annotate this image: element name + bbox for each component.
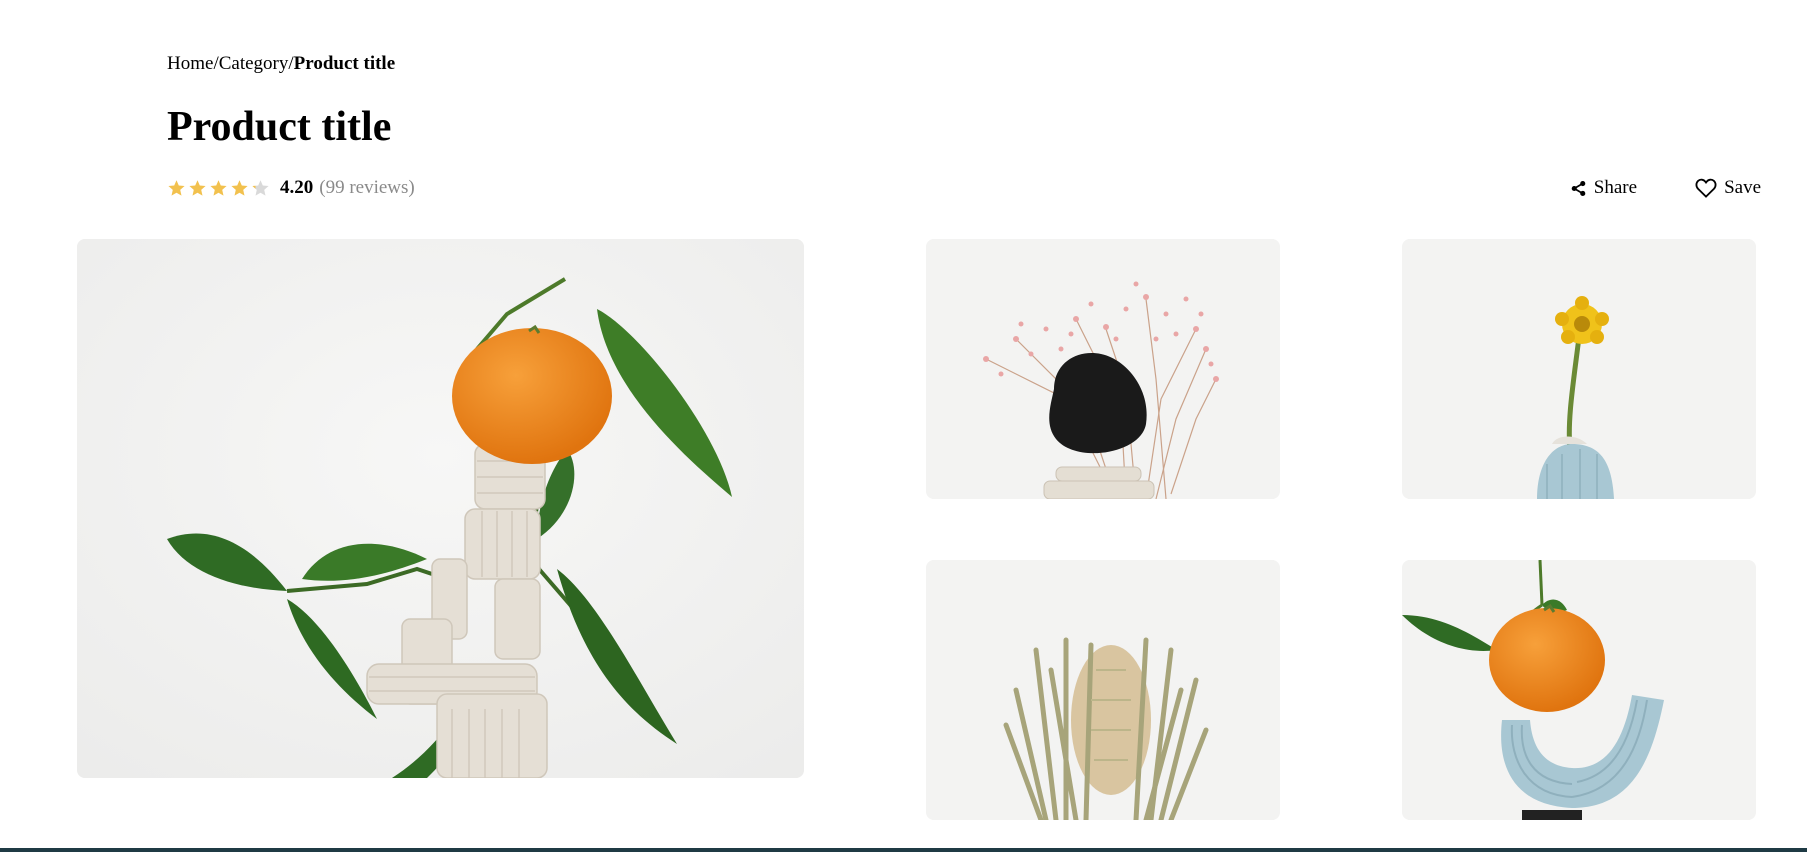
orange-sculpture-image xyxy=(77,239,804,778)
main-product-image[interactable] xyxy=(77,239,804,778)
star-icon xyxy=(231,179,248,196)
footer-accent-bar xyxy=(0,848,1807,852)
thumbnail-dried-protea[interactable] xyxy=(926,560,1280,820)
save-label: Save xyxy=(1724,177,1761,198)
pink-flowers-image xyxy=(926,239,1280,499)
orange-blue-vase-image xyxy=(1402,560,1756,820)
share-label: Share xyxy=(1593,177,1638,198)
thumbnail-pink-flowers[interactable] xyxy=(926,239,1280,499)
thumbnail-yellow-flower[interactable] xyxy=(1402,239,1756,499)
reviews-count-link[interactable]: (99 reviews) xyxy=(319,177,415,199)
product-actions: Share Save xyxy=(1570,174,1761,202)
star-icon xyxy=(168,179,185,196)
dried-protea-image xyxy=(926,560,1280,820)
breadcrumb-home-link[interactable]: Home xyxy=(167,53,213,74)
product-rating[interactable]: 4.20 (99 reviews) xyxy=(167,174,415,202)
save-button[interactable]: Save xyxy=(1695,177,1761,199)
page-title: Product title xyxy=(167,104,392,150)
star-icon xyxy=(210,179,227,196)
star-icon xyxy=(189,179,206,196)
rating-stars xyxy=(167,179,270,198)
breadcrumb-category-link[interactable]: Category xyxy=(219,53,289,74)
share-button[interactable]: Share xyxy=(1570,177,1637,199)
breadcrumb: Home/Category/Product title xyxy=(167,52,395,76)
thumbnail-orange-blue-vase[interactable] xyxy=(1402,560,1756,820)
star-icon xyxy=(252,179,269,196)
share-icon xyxy=(1571,180,1586,196)
yellow-flower-image xyxy=(1402,239,1756,499)
heart-icon xyxy=(1695,178,1717,198)
rating-score: 4.20 xyxy=(280,177,314,198)
breadcrumb-current: Product title xyxy=(293,53,396,74)
